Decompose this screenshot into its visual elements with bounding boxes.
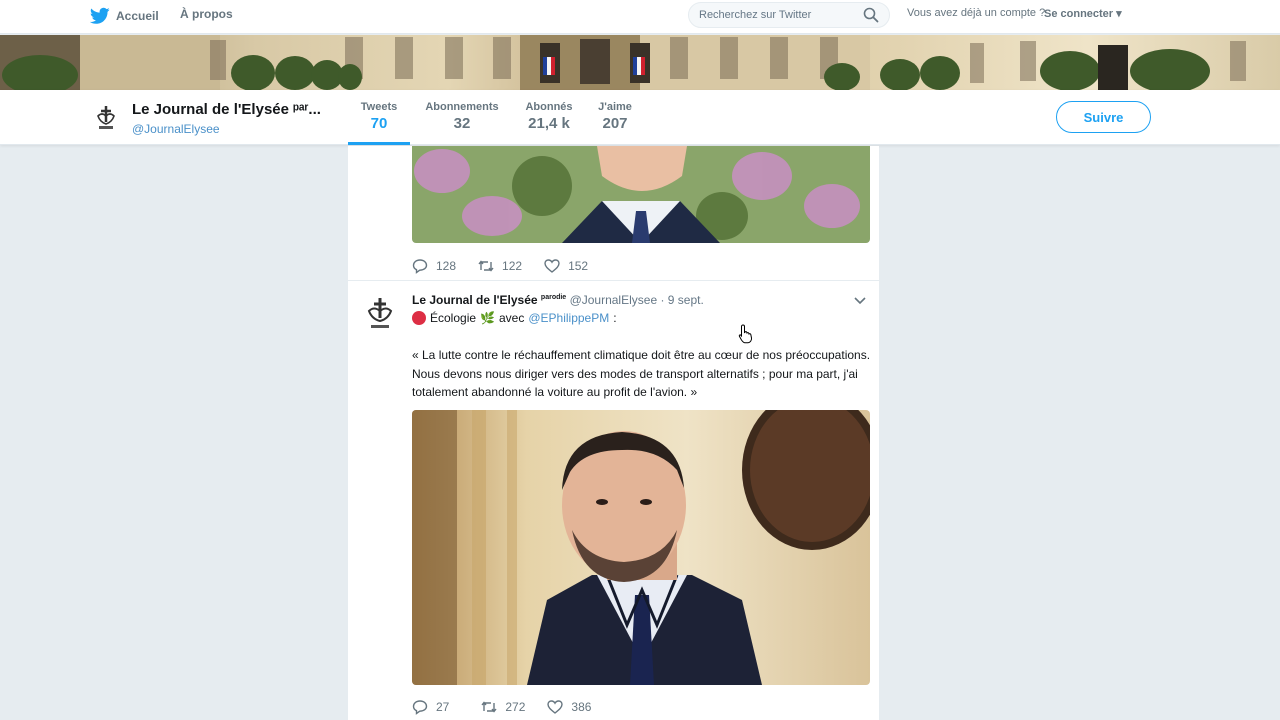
like-icon xyxy=(544,259,560,273)
like-count: 152 xyxy=(568,259,589,273)
tweet-image-portrait[interactable] xyxy=(412,146,870,243)
like-button[interactable]: 386 xyxy=(547,699,591,715)
tweet-author-handle[interactable]: @JournalElysee xyxy=(570,293,658,307)
tweet-image-portrait[interactable] xyxy=(412,410,870,685)
retweet-count: 122 xyxy=(502,259,523,273)
login-prompt: Vous avez déjà un compte ? xyxy=(907,7,1046,19)
red-circle-icon xyxy=(412,311,426,325)
tweet-actions: 128 122 152 xyxy=(412,258,610,274)
search-box[interactable] xyxy=(688,2,890,28)
nav-home-label: Accueil xyxy=(116,9,159,23)
stat-value: 70 xyxy=(370,115,388,132)
profile-nav-bar: Le Journal de l'Elysée ᵖᵃʳ... @JournalEl… xyxy=(0,90,1280,145)
reply-count: 27 xyxy=(436,700,450,714)
tweet-divider xyxy=(348,280,879,281)
tweet-text: « La lutte contre le réchauffement clima… xyxy=(412,348,871,399)
stat-value: 207 xyxy=(602,115,628,132)
avatar[interactable] xyxy=(90,102,122,134)
stat-value: 21,4 k xyxy=(528,115,570,132)
topic-label: Écologie xyxy=(430,311,477,325)
retweet-button[interactable]: 122 xyxy=(478,258,522,274)
like-button[interactable]: 152 xyxy=(544,258,588,274)
mention-link[interactable]: @EPhilippePM xyxy=(528,311,609,325)
tab-following[interactable]: Abonnements 32 xyxy=(424,101,500,132)
avatar[interactable] xyxy=(360,294,400,334)
retweet-icon xyxy=(478,260,494,272)
tab-followers[interactable]: Abonnés 21,4 k xyxy=(520,101,578,132)
nav-about-label: À propos xyxy=(180,7,233,21)
retweet-button[interactable]: 272 xyxy=(481,699,525,715)
tweet-author-name[interactable]: Le Journal de l'Elysée xyxy=(412,293,538,307)
login-link[interactable]: Se connecter ▾ xyxy=(1044,7,1122,20)
reply-icon xyxy=(412,700,428,715)
retweet-count: 272 xyxy=(505,700,526,714)
tweet-header: Le Journal de l'Elysée parodie @JournalE… xyxy=(412,293,704,307)
twitter-bird-icon xyxy=(90,7,110,24)
follow-button[interactable]: Suivre xyxy=(1056,101,1151,133)
search-icon[interactable] xyxy=(863,7,879,23)
reply-count: 128 xyxy=(436,259,457,273)
cursor-hand-icon xyxy=(738,324,753,344)
search-input[interactable] xyxy=(699,7,849,23)
nav-home-link[interactable]: Accueil xyxy=(90,7,159,25)
profile-banner xyxy=(0,35,1280,90)
tweet-date[interactable]: · 9 sept. xyxy=(660,293,703,307)
reply-button[interactable]: 27 xyxy=(412,699,449,715)
parody-badge: parodie xyxy=(540,294,567,301)
tweet-actions: 27 272 386 xyxy=(412,699,613,715)
nav-about-link[interactable]: À propos xyxy=(180,7,233,21)
like-count: 386 xyxy=(571,700,592,714)
tab-tweets[interactable]: Tweets 70 xyxy=(348,101,410,145)
chevron-down-icon[interactable] xyxy=(853,296,867,306)
reply-button[interactable]: 128 xyxy=(412,258,456,274)
herb-icon: 🌿 xyxy=(480,311,495,325)
stat-label: Abonnements xyxy=(425,101,499,113)
profile-handle[interactable]: @JournalElysee xyxy=(132,122,220,136)
top-navigation: Accueil À propos Vous avez déjà un compt… xyxy=(0,0,1280,34)
tweet-topic-line: Écologie 🌿 avec @EPhilippePM : xyxy=(412,311,617,325)
stat-label: J'aime xyxy=(598,101,632,113)
like-icon xyxy=(547,700,564,714)
stat-value: 32 xyxy=(453,115,471,132)
reply-icon xyxy=(412,259,428,274)
retweet-icon xyxy=(481,701,497,713)
colon: : xyxy=(613,311,617,325)
tab-likes[interactable]: J'aime 207 xyxy=(594,101,636,132)
profile-name[interactable]: Le Journal de l'Elysée ᵖᵃʳ... xyxy=(132,101,321,118)
stat-label: Abonnés xyxy=(525,101,573,113)
stat-label: Tweets xyxy=(360,101,398,113)
timeline: 128 122 152 Le Journal de l'Elysée parod… xyxy=(348,146,879,720)
with-label: avec xyxy=(498,311,525,325)
